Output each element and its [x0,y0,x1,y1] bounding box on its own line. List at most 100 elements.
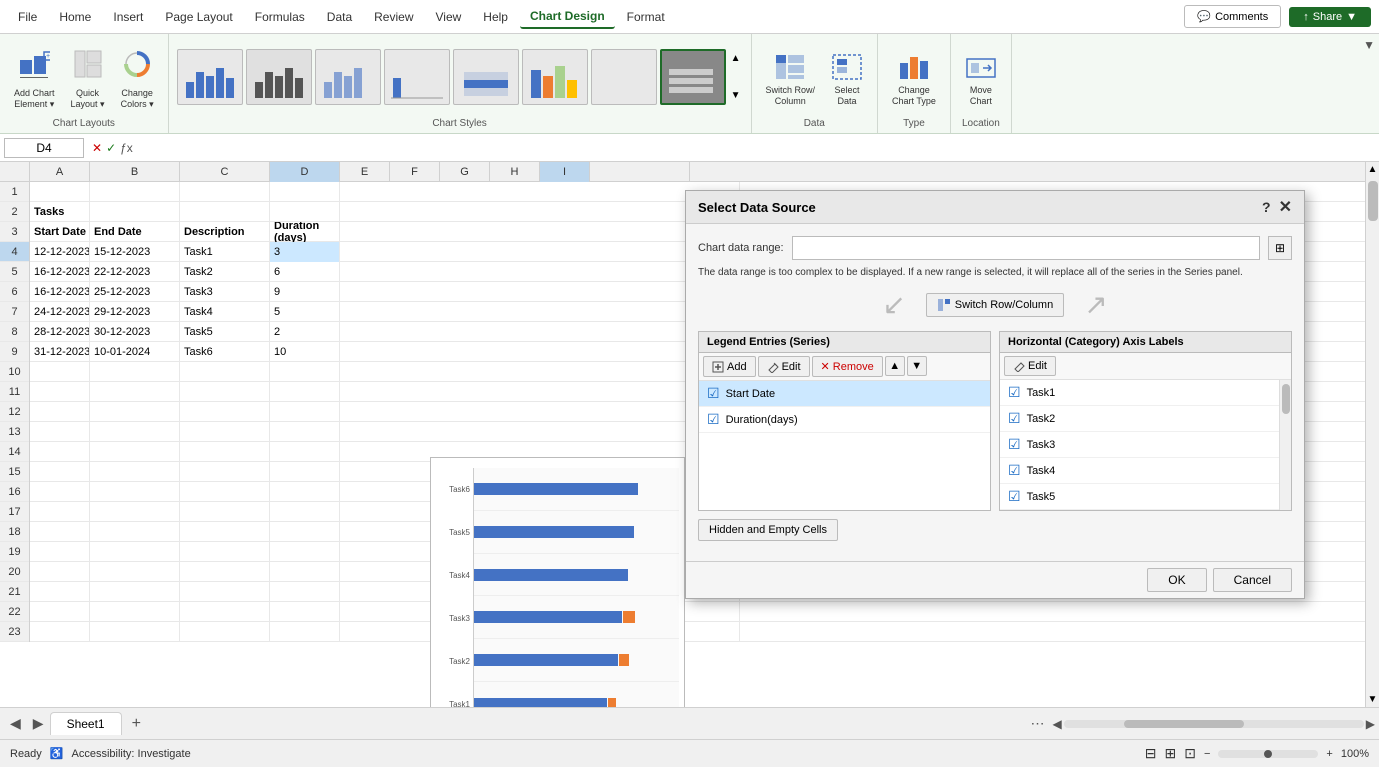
cat-task2-checkbox[interactable]: ☑ [1008,410,1021,427]
cell-D3[interactable]: Duration(days) [270,222,340,242]
horizontal-scrollbar[interactable] [1064,720,1364,728]
change-colors-button[interactable]: ChangeColors ▾ [115,46,160,114]
cell-D5[interactable]: 6 [270,262,340,282]
cancel-button[interactable]: Cancel [1213,568,1292,592]
dialog-help-icon[interactable]: ? [1262,199,1271,215]
cell-D7[interactable]: 5 [270,302,340,322]
menu-format[interactable]: Format [617,6,675,28]
cell-B2[interactable] [90,202,180,222]
cell-D4[interactable]: 3 [270,242,340,262]
cell-A9[interactable]: 31-12-2023 [30,342,90,362]
select-data-button[interactable]: SelectData [825,46,869,114]
switch-row-column-button[interactable]: Switch Row/Column [760,46,822,114]
cell-B1[interactable] [90,182,180,202]
chart-style-selected[interactable] [660,49,726,105]
cat-scrollbar[interactable] [1279,380,1291,510]
chart-data-range-input[interactable] [792,236,1260,260]
sheet-tab-sheet1[interactable]: Sheet1 [50,712,122,735]
cell-C3[interactable]: Description [180,222,270,242]
move-chart-button[interactable]: MoveChart [959,46,1003,114]
scroll-down-arrow[interactable]: ▼ [1366,692,1379,707]
series-duration-checkbox[interactable]: ☑ [707,411,720,428]
cell-C5[interactable]: Task2 [180,262,270,282]
zoom-out-icon[interactable]: − [1204,748,1210,760]
menu-page-layout[interactable]: Page Layout [155,6,242,28]
cell-D6[interactable]: 9 [270,282,340,302]
hscroll-right[interactable]: ▶ [1366,717,1375,731]
formula-confirm-icon[interactable]: ✓ [106,141,116,155]
cat-item-task1[interactable]: ☑ Task1 [1000,380,1279,406]
cell-B5[interactable]: 22-12-2023 [90,262,180,282]
menu-data[interactable]: Data [317,6,362,28]
vertical-scrollbar[interactable]: ▲ ▼ [1365,162,1379,707]
cell-C1[interactable] [180,182,270,202]
formula-input[interactable] [141,139,1375,157]
cell-B8[interactable]: 30-12-2023 [90,322,180,342]
cell-E4[interactable] [340,242,740,262]
cell-A4[interactable]: 12-12-2023 [30,242,90,262]
chart-style-4[interactable] [384,49,450,105]
zoom-slider[interactable] [1218,750,1318,758]
page-layout-view-icon[interactable]: ⊞ [1165,745,1177,762]
ok-button[interactable]: OK [1147,568,1206,592]
cell-C2[interactable] [180,202,270,222]
menu-insert[interactable]: Insert [103,6,153,28]
hscroll-thumb[interactable] [1124,720,1244,728]
series-remove-button[interactable]: ✕ Remove [812,356,883,377]
cell-A6[interactable]: 16-12-2023 [30,282,90,302]
sheet-nav-next[interactable]: ▶ [27,715,50,732]
chart-style-3[interactable] [315,49,381,105]
cell-E9[interactable] [340,342,740,362]
chart-styles-scroll-up[interactable]: ▲ [731,53,741,64]
formula-cancel-icon[interactable]: ✕ [92,141,102,155]
col-E[interactable]: E [340,162,390,182]
series-item-start-date[interactable]: ☑ Start Date [699,381,990,407]
cell-D2[interactable] [270,202,340,222]
name-box[interactable] [4,138,84,158]
menu-home[interactable]: Home [49,6,101,28]
cat-task1-checkbox[interactable]: ☑ [1008,384,1021,401]
zoom-in-icon[interactable]: + [1326,748,1332,760]
page-break-view-icon[interactable]: ⊡ [1184,745,1196,762]
col-C[interactable]: C [180,162,270,182]
cell-C4[interactable]: Task1 [180,242,270,262]
cat-item-task2[interactable]: ☑ Task2 [1000,406,1279,432]
series-edit-button[interactable]: Edit [758,356,810,377]
cell-A7[interactable]: 24-12-2023 [30,302,90,322]
cell-D8[interactable]: 2 [270,322,340,342]
cell-A3[interactable]: Start Date [30,222,90,242]
hscroll-left[interactable]: ◀ [1053,717,1062,731]
cat-scroll-thumb[interactable] [1282,384,1290,414]
cell-B7[interactable]: 29-12-2023 [90,302,180,322]
sheet-add-button[interactable]: + [124,711,149,737]
cell-B3[interactable]: End Date [90,222,180,242]
cat-item-task3[interactable]: ☑ Task3 [1000,432,1279,458]
menu-file[interactable]: File [8,6,47,28]
cell-E6[interactable] [340,282,740,302]
col-D[interactable]: D [270,162,340,182]
chart-styles-scroll[interactable]: ▲ ▼ [729,49,743,105]
cat-item-task5[interactable]: ☑ Task5 [1000,484,1279,510]
cell-D9[interactable]: 10 [270,342,340,362]
cell-D1[interactable] [270,182,340,202]
menu-help[interactable]: Help [473,6,518,28]
zoom-thumb[interactable] [1264,750,1272,758]
chart-style-1[interactable] [177,49,243,105]
cell-C7[interactable]: Task4 [180,302,270,322]
cell-B9[interactable]: 10-01-2024 [90,342,180,362]
sheet-options-icon[interactable]: ⋯ [1031,715,1045,732]
cat-task5-checkbox[interactable]: ☑ [1008,488,1021,505]
cell-C8[interactable]: Task5 [180,322,270,342]
cell-E1[interactable] [340,182,740,202]
cell-C6[interactable]: Task3 [180,282,270,302]
cell-A1[interactable] [30,182,90,202]
cell-B4[interactable]: 15-12-2023 [90,242,180,262]
cell-B6[interactable]: 25-12-2023 [90,282,180,302]
cell-E5[interactable] [340,262,740,282]
menu-view[interactable]: View [426,6,472,28]
chart-style-2[interactable] [246,49,312,105]
series-start-date-checkbox[interactable]: ☑ [707,385,720,402]
chart-style-7[interactable] [591,49,657,105]
col-A[interactable]: A [30,162,90,182]
cell-C9[interactable]: Task6 [180,342,270,362]
